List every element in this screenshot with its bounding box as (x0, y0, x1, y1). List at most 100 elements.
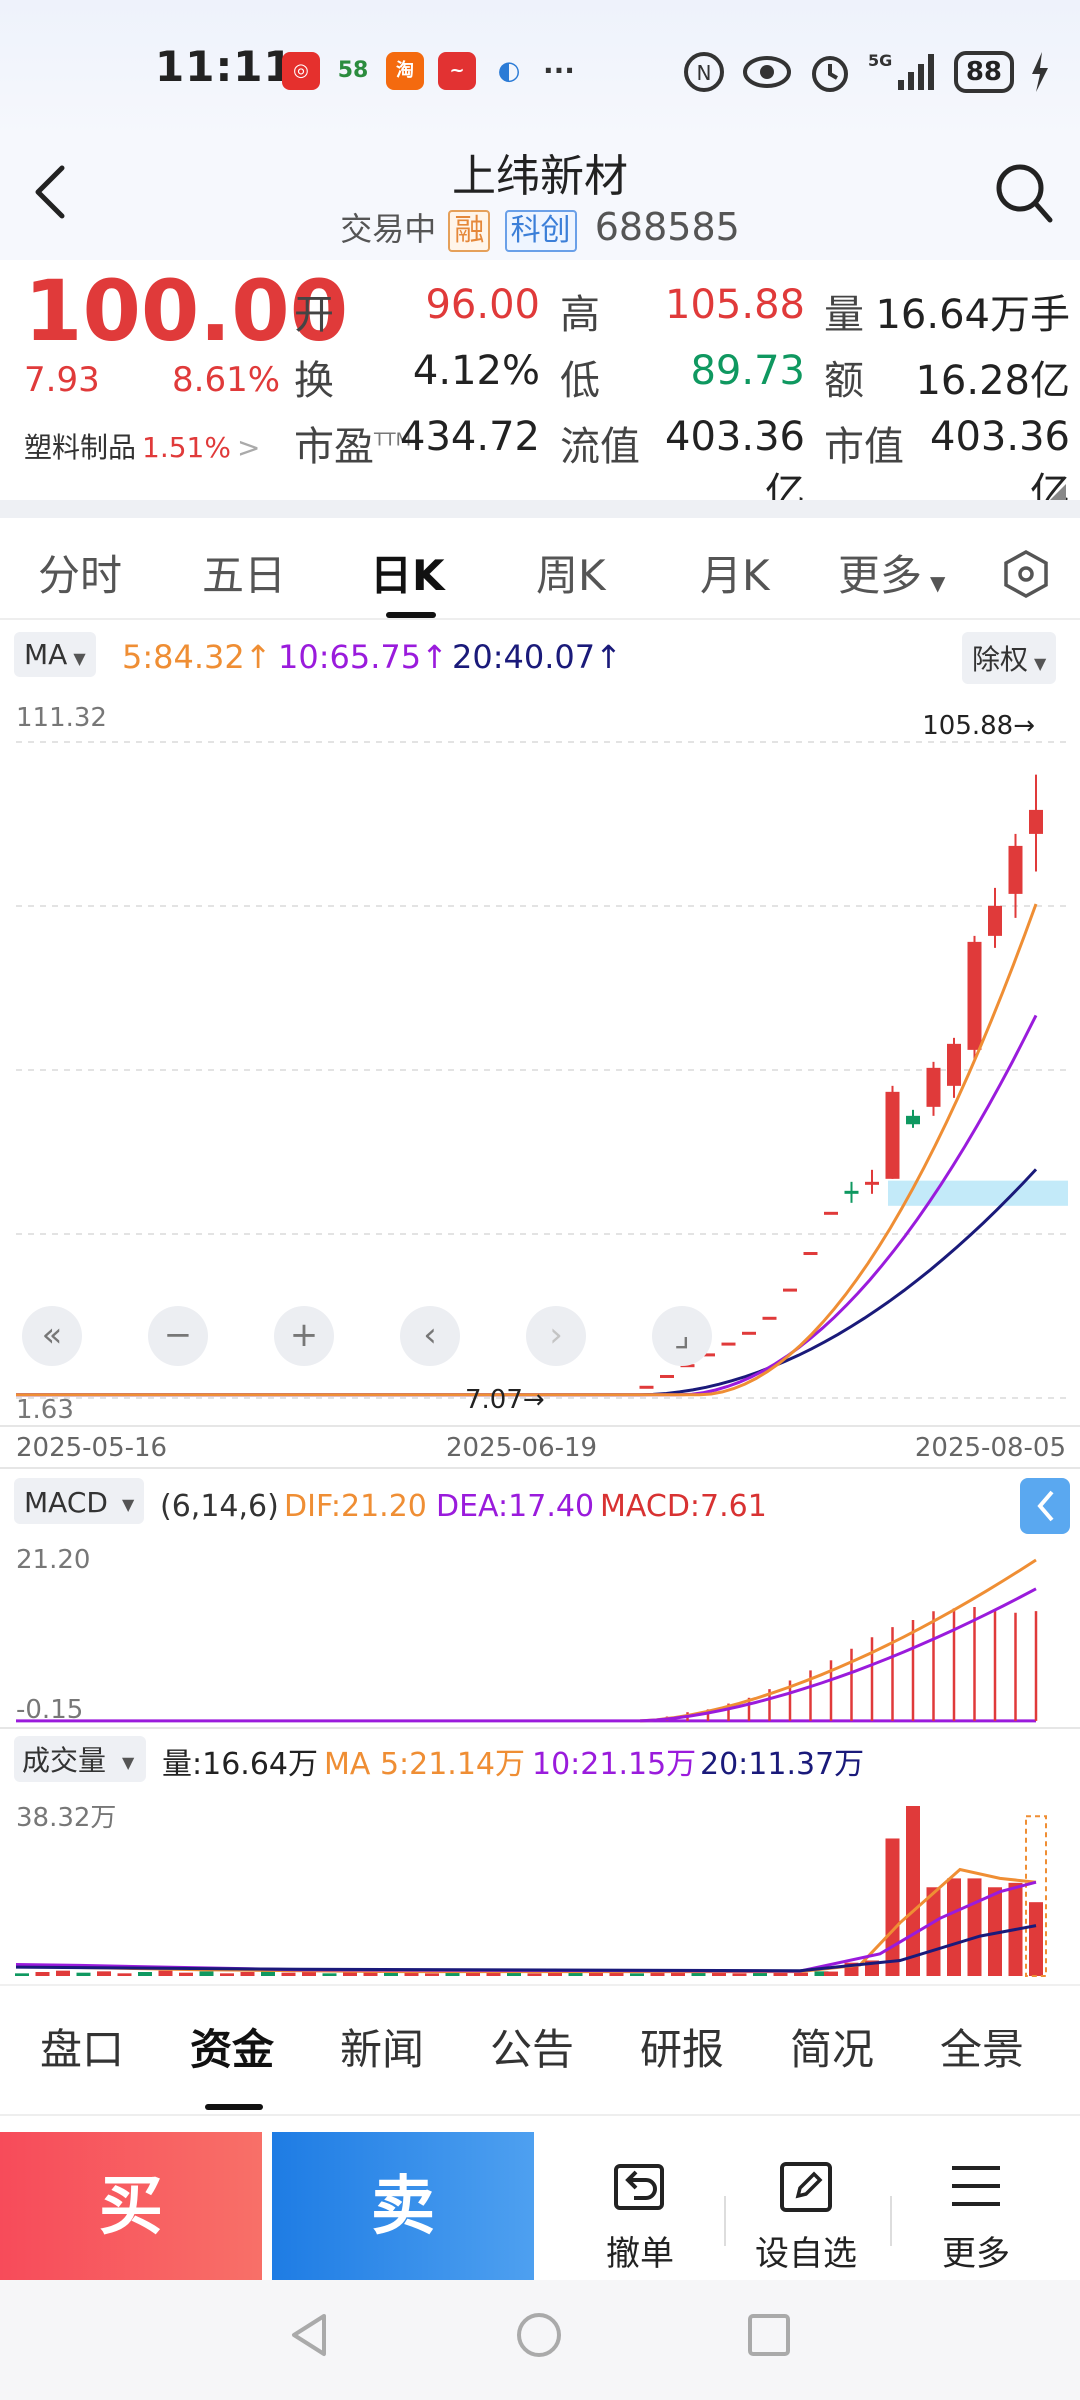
candle-body (865, 1181, 879, 1185)
ma-selector[interactable]: MA ▼ (14, 632, 96, 677)
chart-controls: « − + ‹ › ⌟ (0, 1306, 1080, 1366)
nav-home-icon[interactable] (514, 2310, 564, 2360)
tab-news[interactable]: 新闻 (340, 2016, 424, 2077)
price-change: 7.93 (24, 360, 100, 400)
tab-daily-k[interactable]: 日K (370, 542, 445, 603)
volume-bar (885, 1838, 900, 1976)
stock-app-icon: ~ (438, 52, 476, 90)
expand-corner-icon[interactable] (1050, 484, 1066, 500)
tab-overview[interactable]: 全景 (940, 2016, 1024, 2077)
macd-selector-label: MACD (24, 1486, 108, 1519)
svg-text:5G: 5G (868, 51, 892, 70)
svg-text:N: N (696, 61, 711, 85)
stock-header: 上纬新材 交易中 融 科创 688585 (0, 140, 1080, 260)
macd-params: (6,14,6) (160, 1489, 279, 1524)
quote-panel: 100.00 7.93 8.61% 塑料制品 1.51% > 开 96.00 高 1… (0, 260, 1080, 516)
settings-hexagon-icon[interactable] (1000, 548, 1052, 600)
volume-ma5: MA 5:21.14万 (324, 1747, 525, 1782)
candles (639, 774, 1043, 1389)
candle-body (967, 941, 982, 1050)
low-value: 89.73 (690, 348, 805, 394)
alarm-icon (811, 56, 848, 92)
nav-back-icon[interactable] (284, 2310, 334, 2360)
volume-ma5-line (15, 1867, 1037, 1974)
volume-label: 量 (824, 292, 864, 338)
tab-announcements[interactable]: 公告 (490, 2016, 574, 2077)
open-value: 96.00 (425, 282, 540, 328)
stock-code: 688585 (594, 205, 740, 249)
volume-bar (527, 1973, 542, 1976)
volume-bar (220, 1973, 234, 1976)
candle-body (926, 1067, 941, 1107)
dropdown-icon: ▼ (122, 1495, 135, 1514)
section-divider (0, 500, 1080, 518)
macd-plot (16, 1558, 1038, 1723)
divider (724, 2196, 726, 2246)
amount-label: 额 (824, 358, 864, 404)
kline-ymax-label: 111.32 (16, 703, 107, 733)
volume-bar (281, 1972, 296, 1976)
add-watchlist-button[interactable]: 设自选 (746, 2156, 866, 2275)
open-label: 开 (294, 292, 334, 338)
tab-profile[interactable]: 简况 (790, 2016, 874, 2077)
date-label-start: 2025-05-16 (16, 1433, 167, 1463)
tab-more[interactable]: 更多 ▼ (838, 542, 945, 603)
zoom-out-button[interactable]: − (148, 1306, 208, 1366)
more-button[interactable]: 更多 (916, 2156, 1036, 2275)
tab-five-day[interactable]: 五日 (202, 542, 286, 603)
status-icons: N 5G 88 (682, 50, 1050, 94)
zoom-in-button[interactable]: + (274, 1306, 334, 1366)
volume-ma10: 10:21.15万 (532, 1747, 696, 1782)
kline-ymin-label: 1.63 (16, 1395, 74, 1425)
rewind-button[interactable]: « (22, 1306, 82, 1366)
pan-left-button[interactable]: ‹ (400, 1306, 460, 1366)
sector-pct: 1.51% (142, 431, 231, 464)
date-label-mid: 2025-06-19 (446, 1433, 597, 1463)
tab-monthly-k[interactable]: 月K (700, 542, 770, 603)
tab-intraday[interactable]: 分时 (38, 542, 122, 603)
volume-bar (425, 1973, 439, 1976)
sell-button[interactable]: 卖 (272, 2132, 534, 2282)
system-nav-bar (0, 2280, 1080, 2400)
app-notification-icon: ◎ (282, 52, 320, 90)
volume-ma20: 20:11.37万 (700, 1747, 864, 1782)
dea-line (639, 1587, 1037, 1723)
tab-research[interactable]: 研报 (640, 2016, 724, 2077)
sector-link[interactable]: 塑料制品 1.51% > (24, 426, 260, 466)
stock-name: 上纬新材 (452, 151, 628, 202)
active-tab-indicator (205, 2104, 263, 2110)
trading-status: 交易中 (340, 210, 437, 248)
volume-bar (1029, 1902, 1043, 1976)
nav-recents-icon[interactable] (744, 2310, 794, 2360)
adjust-selector[interactable]: 除权 ▼ (962, 632, 1057, 684)
tab-weekly-k[interactable]: 周K (536, 542, 606, 603)
board-tag: 科创 (504, 210, 577, 252)
dropdown-icon: ▼ (1034, 654, 1047, 673)
info-tabs: 盘口 资金 新闻 公告 研报 简况 全景 (0, 1984, 1080, 2110)
app-58-icon: 58 (337, 58, 369, 83)
candle-body (906, 1115, 920, 1125)
kline-low-label: 7.07→ (465, 1385, 545, 1415)
price-change-percent: 8.61% (172, 360, 281, 400)
candle-body (988, 905, 1002, 936)
collapse-panel-button[interactable] (1020, 1478, 1070, 1534)
ma5-value: 5:84.32↑ (122, 638, 272, 676)
candle-body (1029, 809, 1043, 834)
cancel-order-button[interactable]: 撤单 (580, 2156, 700, 2275)
turnover-value: 4.12% (412, 348, 540, 394)
fullscreen-button[interactable]: ⌟ (652, 1306, 712, 1366)
volume-bar (322, 1973, 337, 1976)
low-label: 低 (560, 358, 600, 404)
status-bar: 11:11 ◎ 58 淘 ~ ◐ ··· N 5G 88 (0, 0, 1080, 140)
volume-ma20-line (15, 1924, 1037, 1973)
turnover-label: 换 (294, 358, 334, 404)
buy-button[interactable]: 买 (0, 2132, 262, 2282)
volume-bar (97, 1971, 111, 1976)
pan-right-button[interactable]: › (526, 1306, 586, 1366)
tab-orderbook[interactable]: 盘口 (40, 2016, 124, 2077)
volume-ymax-label: 38.32万 (16, 1803, 116, 1833)
search-icon[interactable] (992, 160, 1054, 226)
tab-capital[interactable]: 资金 (190, 2016, 274, 2077)
float-cap-label: 流值 (560, 424, 640, 470)
charging-icon (1032, 52, 1048, 92)
